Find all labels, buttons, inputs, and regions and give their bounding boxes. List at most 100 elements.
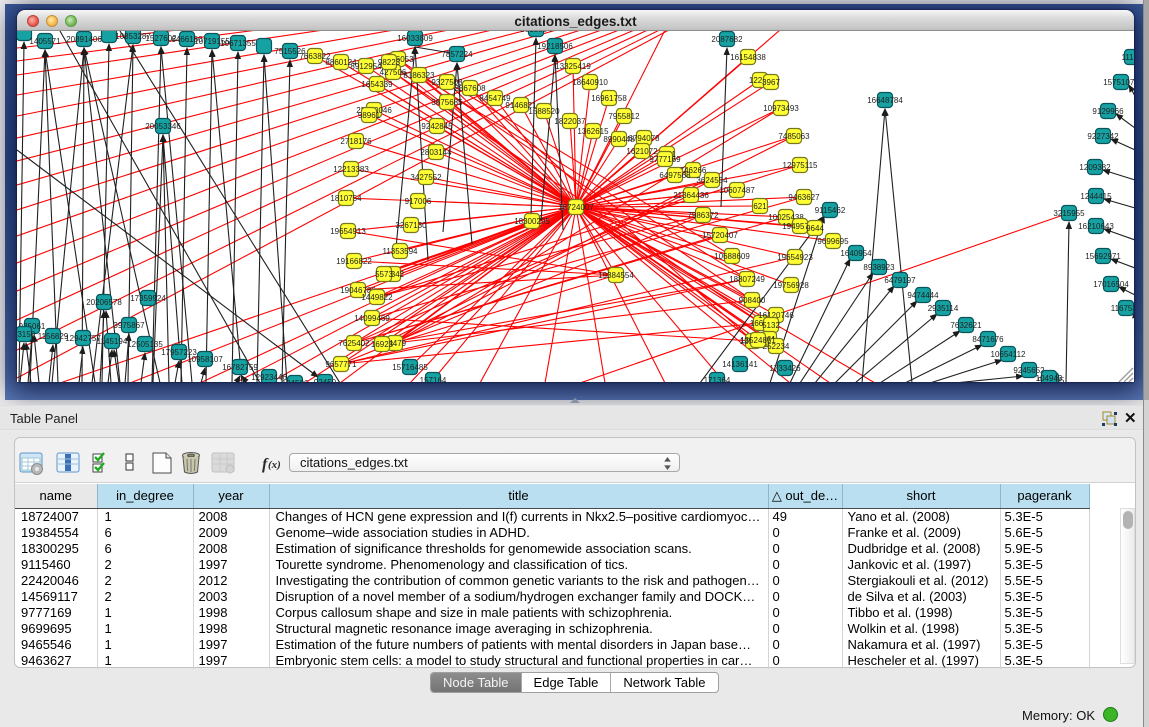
svg-text:1156829: 1156829	[38, 332, 69, 341]
svg-text:8938923: 8938923	[863, 263, 895, 272]
svg-text:8471676: 8471676	[972, 335, 1004, 344]
svg-text:917006: 917006	[405, 197, 432, 206]
svg-text:11121: 11121	[1121, 53, 1134, 62]
svg-text:10973493: 10973493	[763, 104, 799, 113]
svg-text:20206578: 20206578	[86, 298, 122, 307]
svg-text:18724007: 18724007	[558, 203, 594, 212]
svg-text:15720407: 15720407	[702, 231, 738, 240]
svg-text:3967: 3967	[762, 78, 780, 87]
svg-text:7632621: 7632621	[950, 321, 982, 330]
svg-text:171364: 171364	[704, 376, 731, 382]
svg-text:157164: 157164	[420, 376, 447, 382]
svg-text:16923: 16923	[371, 340, 394, 349]
svg-text:6479197: 6479197	[884, 276, 916, 285]
svg-text:124506: 124506	[282, 379, 309, 382]
svg-text:3427552: 3427552	[410, 173, 442, 182]
svg-text:9777169: 9777169	[649, 155, 681, 164]
svg-text:19654923: 19654923	[777, 253, 813, 262]
svg-text:5573: 5573	[375, 270, 393, 279]
svg-text:19384554: 19384554	[598, 271, 634, 280]
svg-text:9463627: 9463627	[788, 193, 820, 202]
svg-text:10654112: 10654112	[991, 350, 1027, 359]
svg-text:12505135: 12505135	[127, 340, 163, 349]
svg-text:104943: 104943	[1036, 374, 1063, 382]
svg-text:16033809: 16033809	[397, 34, 433, 43]
svg-text:10958107: 10958107	[187, 355, 223, 364]
svg-text:1405571: 1405571	[29, 37, 61, 46]
svg-text:10607487: 10607487	[719, 186, 755, 195]
svg-text:16210643: 16210643	[1078, 222, 1114, 231]
svg-text:9115462: 9115462	[815, 206, 846, 215]
svg-text:20053346: 20053346	[145, 122, 181, 131]
svg-text:7955812: 7955812	[608, 112, 640, 121]
svg-text:1209382: 1209382	[1079, 163, 1111, 172]
svg-text:1244415: 1244415	[1080, 192, 1112, 201]
svg-text:3215955: 3215955	[1053, 209, 1085, 218]
svg-text:3975867: 3975867	[113, 321, 145, 330]
svg-text:8186323: 8186323	[403, 71, 435, 80]
svg-text:13524851: 13524851	[740, 336, 776, 345]
svg-text:3675685: 3675685	[431, 98, 463, 107]
svg-text:18807249: 18807249	[729, 275, 765, 284]
svg-text:9129966: 9129966	[1092, 107, 1124, 116]
svg-text:7485063: 7485063	[778, 132, 810, 141]
svg-text:10671355: 10671355	[220, 39, 256, 48]
svg-text:2803144: 2803144	[420, 148, 452, 157]
svg-text:12213383: 12213383	[333, 165, 369, 174]
svg-text:19654913: 19654913	[330, 227, 366, 236]
svg-text:19756928: 19756928	[773, 281, 809, 290]
svg-text:21364436: 21364436	[673, 191, 709, 200]
svg-text:11353594: 11353594	[383, 247, 419, 256]
svg-text:98961: 98961	[358, 111, 381, 120]
svg-text:9474444: 9474444	[907, 291, 939, 300]
svg-text:18300295: 18300295	[514, 217, 550, 226]
svg-text:7625402: 7625402	[338, 339, 370, 348]
svg-text:6794078: 6794078	[628, 134, 660, 143]
svg-text:1810754: 1810754	[330, 194, 362, 203]
svg-text:8813054: 8813054	[520, 31, 552, 34]
svg-text:9657771: 9657771	[325, 360, 357, 369]
svg-text:6497568: 6497568	[659, 171, 691, 180]
svg-text:(x): (x)	[268, 459, 281, 471]
svg-text:2867608: 2867608	[454, 84, 486, 93]
svg-text:10688609: 10688609	[714, 252, 750, 261]
svg-text:13325419: 13325419	[555, 62, 591, 71]
svg-text:98223: 98223	[378, 58, 401, 67]
svg-text:17359924: 17359924	[130, 294, 166, 303]
svg-text:1640954: 1640954	[840, 249, 872, 258]
svg-text:1733426: 1733426	[769, 364, 801, 373]
svg-text:14099469: 14099469	[354, 314, 390, 323]
svg-text:18640910: 18640910	[572, 78, 608, 87]
svg-text:16961758: 16961758	[591, 94, 627, 103]
svg-text:1822037: 1822037	[554, 117, 586, 126]
svg-text:19166822: 19166822	[336, 257, 372, 266]
svg-text:14136141: 14136141	[722, 360, 758, 369]
svg-text:1145194: 1145194	[97, 337, 128, 346]
svg-text:12975115: 12975115	[783, 161, 819, 170]
svg-text:7857224: 7857224	[441, 50, 473, 59]
svg-text:16154838: 16154838	[730, 53, 766, 62]
svg-text:19218506: 19218506	[537, 42, 573, 51]
svg-text:15692971: 15692971	[1085, 252, 1121, 261]
svg-text:2718176: 2718176	[340, 137, 372, 146]
svg-text:621: 621	[753, 202, 767, 211]
svg-text:1588520: 1588520	[528, 107, 560, 116]
svg-text:908400: 908400	[739, 296, 766, 305]
svg-text:9242845: 9242845	[421, 122, 453, 131]
svg-text:7986372: 7986372	[687, 211, 719, 220]
svg-text:9699695: 9699695	[817, 237, 849, 246]
svg-text:1654339: 1654339	[361, 80, 393, 89]
svg-text:9644: 9644	[806, 224, 824, 233]
svg-text:3624554: 3624554	[696, 176, 728, 185]
svg-text:15751074: 15751074	[1103, 78, 1134, 87]
svg-text:9227342: 9227342	[1087, 132, 1119, 141]
svg-text:2935114: 2935114	[928, 304, 959, 313]
svg-text:17016504: 17016504	[1093, 280, 1129, 289]
svg-text:15716485: 15716485	[392, 363, 428, 372]
svg-text:20891406: 20891406	[66, 35, 102, 44]
svg-text:16648784: 16648784	[867, 96, 903, 105]
svg-text:92450: 92450	[314, 378, 337, 382]
svg-text:3267130: 3267130	[395, 221, 427, 230]
svg-text:5132: 5132	[762, 321, 780, 330]
svg-text:2087682: 2087682	[711, 35, 743, 44]
